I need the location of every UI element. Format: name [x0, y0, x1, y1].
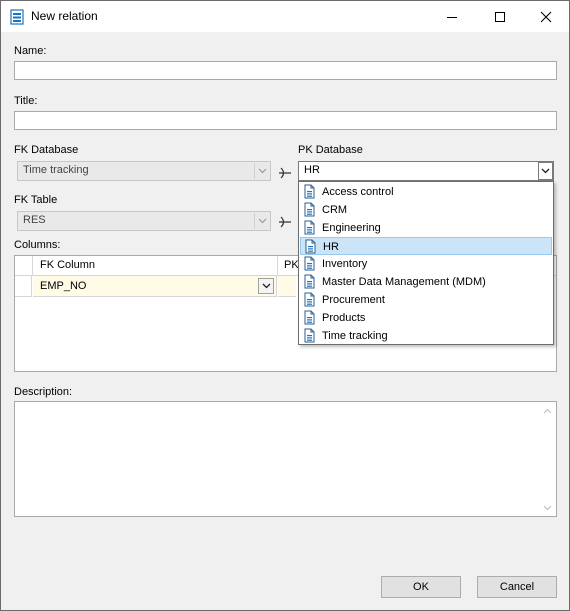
- title-bar: New relation: [1, 1, 569, 32]
- pk-database-dropdown-list: Access control CRM Engineering HR Inventory M…: [298, 181, 554, 345]
- dropdown-option[interactable]: HR: [300, 237, 552, 255]
- pk-database-label: PK Database: [298, 144, 363, 156]
- database-doc-icon: [303, 184, 316, 199]
- fk-column-cell[interactable]: EMP_NO: [33, 276, 277, 297]
- description-label: Description:: [14, 386, 73, 398]
- database-doc-icon: [303, 274, 316, 289]
- close-icon: [540, 11, 552, 23]
- fk-database-select[interactable]: Time tracking: [17, 161, 271, 181]
- row-selector-header: [15, 256, 33, 276]
- chevron-down-icon[interactable]: [538, 162, 553, 180]
- name-label: Name:: [14, 45, 47, 57]
- cancel-button[interactable]: Cancel: [477, 576, 557, 598]
- minimize-button[interactable]: [429, 1, 475, 32]
- dropdown-option[interactable]: CRM: [300, 201, 552, 219]
- database-doc-icon: [303, 292, 316, 307]
- minimize-icon: [446, 11, 458, 23]
- dropdown-option-label: Access control: [322, 186, 394, 198]
- database-doc-icon: [303, 256, 316, 271]
- pk-database-value: HR: [304, 164, 320, 176]
- chevron-down-icon: [254, 213, 269, 229]
- fk-table-label: FK Table: [14, 194, 58, 206]
- pk-column-cell[interactable]: [278, 276, 296, 297]
- dropdown-option-label: Master Data Management (MDM): [322, 276, 486, 288]
- dropdown-option-label: Procurement: [322, 294, 385, 306]
- database-doc-icon: [303, 202, 316, 217]
- dropdown-option-label: Time tracking: [322, 330, 388, 342]
- dropdown-option[interactable]: Inventory: [300, 255, 552, 273]
- title-label: Title:: [14, 95, 38, 107]
- row-selector[interactable]: [15, 276, 32, 297]
- chevron-down-icon[interactable]: [258, 278, 274, 294]
- name-input[interactable]: [14, 61, 557, 80]
- fk-table-value: RES: [23, 214, 46, 226]
- dropdown-option[interactable]: Procurement: [300, 291, 552, 309]
- scroll-down-icon[interactable]: [539, 499, 556, 516]
- dropdown-option-label: Inventory: [322, 258, 368, 270]
- fk-column-value: EMP_NO: [40, 280, 87, 292]
- database-doc-icon: [304, 239, 317, 254]
- dropdown-option[interactable]: Master Data Management (MDM): [300, 273, 552, 291]
- fk-database-value: Time tracking: [23, 164, 89, 176]
- maximize-button[interactable]: [477, 1, 523, 32]
- title-input[interactable]: [14, 111, 557, 130]
- dropdown-option-label: HR: [323, 241, 339, 253]
- dropdown-option-label: CRM: [322, 204, 348, 216]
- scroll-up-icon[interactable]: [539, 402, 556, 419]
- database-doc-icon: [303, 220, 316, 235]
- close-button[interactable]: [523, 1, 569, 32]
- app-icon: [10, 9, 24, 25]
- fk-table-select[interactable]: RES: [17, 211, 271, 231]
- maximize-icon: [494, 11, 506, 23]
- pk-database-select[interactable]: HR: [298, 161, 554, 181]
- new-relation-dialog: New relation Name: Title: FK Database Ti…: [0, 0, 570, 611]
- window-title: New relation: [31, 9, 98, 23]
- dropdown-option-label: Engineering: [322, 222, 381, 234]
- fk-database-label: FK Database: [14, 144, 79, 156]
- relation-arrow-icon: [278, 166, 292, 180]
- ok-button[interactable]: OK: [381, 576, 461, 598]
- dropdown-option[interactable]: Access control: [300, 183, 552, 201]
- dropdown-option-label: Products: [322, 312, 366, 324]
- relation-arrow-icon: [278, 215, 292, 229]
- dropdown-option[interactable]: Time tracking: [300, 327, 552, 345]
- dropdown-option[interactable]: Products: [300, 309, 552, 327]
- fk-column-header[interactable]: FK Column: [33, 256, 278, 276]
- database-doc-icon: [303, 328, 316, 343]
- columns-label: Columns:: [14, 239, 61, 251]
- database-doc-icon: [303, 310, 316, 325]
- chevron-down-icon: [254, 163, 269, 179]
- description-scrollbar[interactable]: [539, 402, 556, 516]
- description-textarea[interactable]: [14, 401, 557, 517]
- dropdown-option[interactable]: Engineering: [300, 219, 552, 237]
